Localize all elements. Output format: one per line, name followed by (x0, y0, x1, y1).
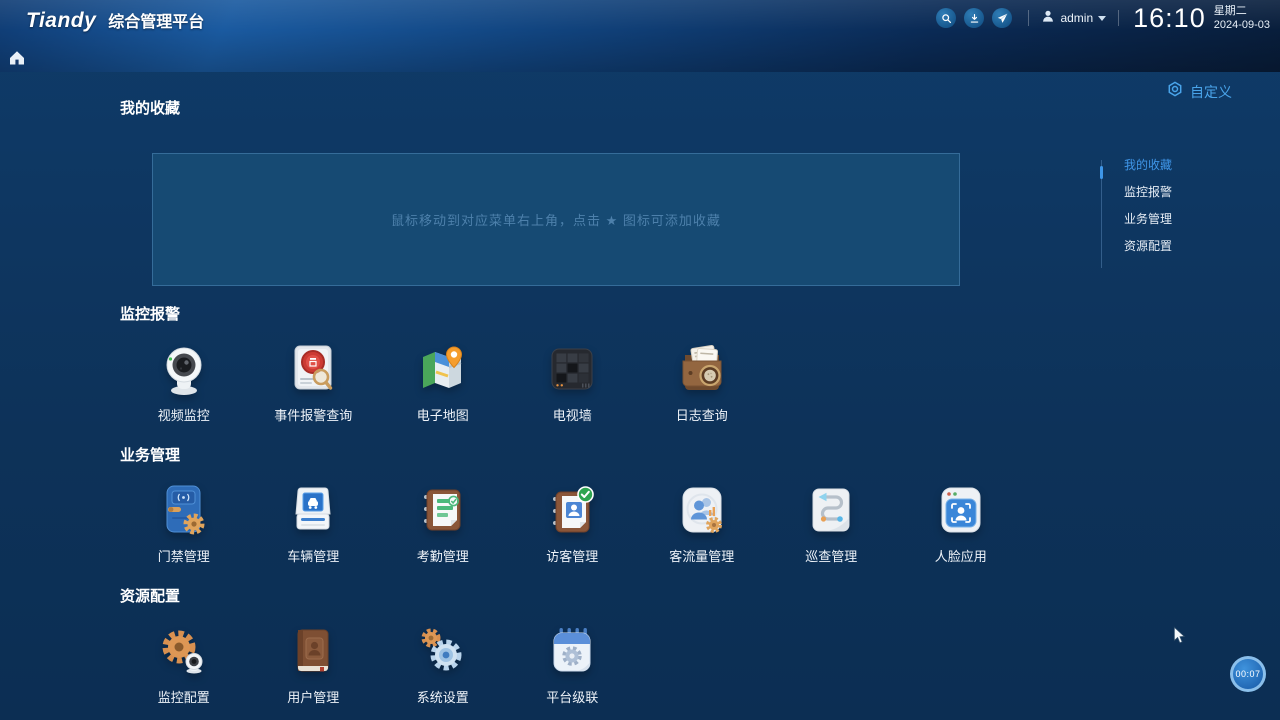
settings-hex-icon (1167, 81, 1190, 102)
app-label: 监控配置 (158, 687, 210, 706)
event-alarm-query-icon (284, 340, 342, 398)
access-control-icon (155, 481, 213, 539)
nav-item-business[interactable]: 业务管理 (1124, 212, 1211, 226)
search-icon (941, 13, 952, 24)
passenger-flow-icon (673, 481, 731, 539)
app-event-alarm-query[interactable]: 事件报警查询 (249, 340, 379, 424)
clock-weekday: 星期二 (1214, 4, 1270, 18)
app-label: 事件报警查询 (274, 405, 352, 424)
chevron-down-icon (1098, 16, 1106, 21)
face-app-icon (932, 481, 990, 539)
app-header: Tiandy 综合管理平台 admin 16:10 星期二 2024-09-03 (0, 0, 1280, 72)
clock: 16:10 星期二 2024-09-03 (1133, 3, 1270, 34)
app-label: 视频监控 (158, 405, 210, 424)
app-e-map[interactable]: 电子地图 (378, 340, 508, 424)
app-label: 巡查管理 (805, 546, 857, 565)
app-vehicle-mgmt[interactable]: 车辆管理 (249, 481, 379, 565)
log-query-icon (673, 340, 731, 398)
app-monitor-config[interactable]: 监控配置 (119, 622, 249, 706)
apps-row: 视频监控 事件报警查询 (119, 340, 767, 424)
brand: Tiandy 综合管理平台 (26, 8, 204, 33)
countdown-value: 00:07 (1235, 669, 1260, 679)
app-label: 日志查询 (676, 405, 728, 424)
app-patrol-mgmt[interactable]: 巡查管理 (767, 481, 897, 565)
divider (1028, 10, 1029, 26)
app-attendance-mgmt[interactable]: 考勤管理 (378, 481, 508, 565)
home-tab[interactable] (8, 49, 26, 67)
app-system-settings[interactable]: 系统设置 (378, 622, 508, 706)
customize-button[interactable]: 自定义 (1167, 81, 1232, 102)
clock-calendar-date: 2024-09-03 (1214, 18, 1270, 32)
system-settings-icon (414, 622, 472, 680)
user-menu[interactable]: admin (1041, 9, 1106, 28)
patrol-mgmt-icon (802, 481, 860, 539)
section-monitoring: 监控报警 视频监控 (119, 303, 767, 424)
countdown-badge[interactable]: 00:07 (1230, 656, 1266, 692)
clock-date: 星期二 2024-09-03 (1214, 4, 1270, 32)
tv-wall-icon (543, 340, 601, 398)
app-label: 车辆管理 (287, 546, 339, 565)
user-icon (1041, 9, 1060, 28)
app-log-query[interactable]: 日志查询 (637, 340, 767, 424)
app-label: 人脸应用 (935, 546, 987, 565)
anchor-nav: 我的收藏 监控报警 业务管理 资源配置 (1101, 158, 1211, 266)
app-label: 门禁管理 (158, 546, 210, 565)
platform-cascade-icon (543, 622, 601, 680)
section-title: 业务管理 (120, 444, 1026, 465)
app-platform-cascade[interactable]: 平台级联 (508, 622, 638, 706)
attendance-mgmt-icon (414, 481, 472, 539)
video-monitor-icon (155, 340, 213, 398)
brand-logo: Tiandy (26, 9, 96, 33)
app-label: 平台级联 (546, 687, 598, 706)
favorites-empty-hint: 鼠标移动到对应菜单右上角，点击 ★ 图标可添加收藏 (391, 210, 721, 229)
clock-time: 16:10 (1133, 3, 1206, 34)
monitor-config-icon (155, 622, 213, 680)
product-title: 综合管理平台 (108, 8, 204, 32)
section-title: 监控报警 (120, 303, 767, 324)
download-button[interactable] (964, 8, 984, 28)
vehicle-mgmt-icon (284, 481, 342, 539)
app-tv-wall[interactable]: 电视墙 (508, 340, 638, 424)
favorites-empty-box: 鼠标移动到对应菜单右上角，点击 ★ 图标可添加收藏 (152, 153, 960, 286)
app-user-mgmt[interactable]: 用户管理 (249, 622, 379, 706)
app-label: 考勤管理 (417, 546, 469, 565)
send-button[interactable] (992, 8, 1012, 28)
app-label: 访客管理 (546, 546, 598, 565)
app-face-app[interactable]: 人脸应用 (896, 481, 1026, 565)
apps-row: 门禁管理 车辆管理 (119, 481, 1026, 565)
mouse-cursor-icon (1173, 626, 1187, 646)
customize-label: 自定义 (1190, 82, 1232, 102)
section-resources: 资源配置 监控配置 (119, 585, 637, 706)
app-label: 用户管理 (287, 687, 339, 706)
download-icon (969, 13, 980, 24)
nav-item-monitoring[interactable]: 监控报警 (1124, 185, 1211, 199)
header-toolbar: admin 16:10 星期二 2024-09-03 (932, 0, 1270, 36)
app-label: 电视墙 (553, 405, 592, 424)
app-visitor-mgmt[interactable]: 访客管理 (508, 481, 638, 565)
section-business: 业务管理 门禁管理 (119, 444, 1026, 565)
nav-active-indicator (1100, 166, 1103, 179)
send-icon (997, 13, 1008, 24)
app-label: 系统设置 (417, 687, 469, 706)
home-icon (8, 54, 26, 71)
e-map-icon (414, 340, 472, 398)
search-button[interactable] (936, 8, 956, 28)
app-access-control[interactable]: 门禁管理 (119, 481, 249, 565)
app-passenger-flow[interactable]: 客流量管理 (637, 481, 767, 565)
visitor-mgmt-icon (543, 481, 601, 539)
apps-row: 监控配置 用户管理 系统 (119, 622, 637, 706)
favorites-section-title: 我的收藏 (120, 97, 180, 118)
username: admin (1060, 11, 1093, 25)
user-mgmt-icon (284, 622, 342, 680)
nav-item-favorites[interactable]: 我的收藏 (1124, 158, 1211, 172)
app-label: 客流量管理 (669, 546, 734, 565)
app-label: 电子地图 (417, 405, 469, 424)
section-title: 资源配置 (120, 585, 637, 606)
nav-item-resources[interactable]: 资源配置 (1124, 239, 1211, 253)
app-video-monitor[interactable]: 视频监控 (119, 340, 249, 424)
divider (1118, 10, 1119, 26)
